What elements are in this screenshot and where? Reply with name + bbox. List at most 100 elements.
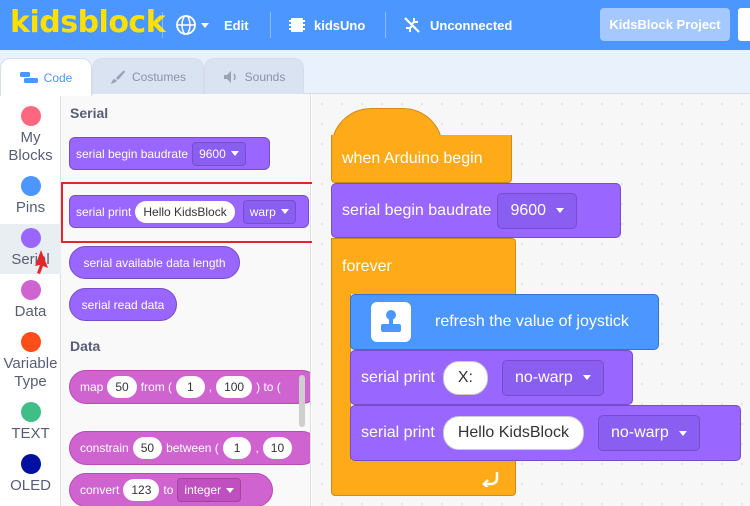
category-label: Variable Type (3, 355, 58, 390)
block-label: , (255, 441, 259, 455)
category-variable-type[interactable]: Variable Type (0, 332, 61, 396)
serial-available-block[interactable]: serial available data length (69, 246, 240, 279)
category-color-dot (20, 280, 41, 300)
kidsblock-logo[interactable]: kidsblock (10, 5, 166, 40)
print-mode-value: no-warp (514, 368, 573, 386)
category-color-dot (20, 228, 41, 248)
board-label: kidsUno (314, 17, 366, 33)
category-color-dot (20, 402, 41, 422)
script-serial-print-block-1[interactable]: serial print X: no-warp (350, 350, 633, 405)
block-label: between ( (166, 441, 219, 455)
chevron-down-icon (556, 208, 565, 213)
pointer-arrow-icon (35, 250, 48, 274)
block-label: when Arduino begin (342, 149, 483, 167)
chevron-down-icon (201, 22, 209, 28)
menu-divider (385, 12, 386, 38)
refresh-joystick-block[interactable]: refresh the value of joystick (350, 294, 659, 350)
map-from-low-input[interactable]: 1 (176, 376, 205, 398)
category-label: My Blocks (8, 129, 53, 164)
block-label: constrain (80, 441, 129, 455)
baudrate-dropdown[interactable]: 9600 (192, 141, 246, 166)
category-color-dot (20, 176, 41, 196)
constrain-block[interactable]: constrain 50 between ( 1 , 10 (69, 431, 310, 465)
category-color-dot (20, 332, 41, 352)
script-serial-begin-block[interactable]: serial begin baudrate 9600 (331, 183, 621, 238)
block-label: convert (80, 483, 120, 497)
category-label: Data (14, 303, 47, 320)
convert-type-dropdown[interactable]: integer (177, 478, 242, 502)
serial-begin-block[interactable]: serial begin baudrate 9600 (69, 137, 270, 170)
category-label: OLED (10, 477, 51, 494)
palette-scrollbar[interactable] (299, 375, 305, 427)
category-menu: My Blocks Pins Serial Data Variable Type… (0, 94, 61, 506)
block-label: ) to ( (256, 380, 281, 394)
tab-code-label: Code (43, 70, 73, 85)
menu-bar: kidsblock Edit kidsUno Unconnected KidsB… (0, 0, 750, 50)
forever-block-footer (331, 460, 516, 496)
tab-costumes-label: Costumes (131, 70, 187, 84)
block-label: forever (342, 257, 392, 275)
brush-icon (110, 70, 125, 84)
forever-block-arm (331, 294, 351, 462)
print-text-input[interactable]: Hello KidsBlock (442, 416, 584, 450)
board-menu[interactable]: kidsUno (288, 0, 365, 50)
category-oled[interactable]: OLED (0, 454, 61, 498)
constrain-high-input[interactable]: 10 (262, 437, 293, 459)
language-menu[interactable] (175, 0, 209, 50)
block-label: from ( (140, 380, 173, 394)
constrain-value-input[interactable]: 50 (132, 437, 163, 459)
tab-costumes[interactable]: Costumes (92, 58, 204, 95)
unplugged-icon (404, 17, 420, 33)
when-arduino-begin-block[interactable]: when Arduino begin (331, 135, 512, 183)
category-my-blocks[interactable]: My Blocks (0, 106, 61, 170)
block-label: , (208, 380, 213, 394)
map-block[interactable]: map 50 from ( 1 , 100 ) to ( (69, 370, 310, 404)
print-mode-value: no-warp (610, 424, 669, 441)
print-mode-dropdown[interactable]: no-warp (501, 359, 604, 396)
serial-print-highlight-box (61, 182, 315, 243)
print-mode-dropdown[interactable]: no-warp (597, 415, 700, 451)
connection-label: Unconnected (430, 17, 513, 33)
data-section-heading: Data (70, 338, 101, 354)
connection-menu[interactable]: Unconnected (402, 0, 512, 50)
baudrate-value: 9600 (510, 201, 547, 219)
print-text-input[interactable]: X: (442, 360, 488, 395)
category-serial[interactable]: Serial (0, 224, 61, 274)
block-palette: Serial serial begin baudrate 9600 serial… (61, 94, 311, 506)
tab-code[interactable]: Code (0, 58, 92, 96)
category-text[interactable]: TEXT (0, 402, 61, 446)
chevron-down-icon (582, 375, 591, 380)
block-label: serial begin baudrate (76, 146, 189, 161)
account-button[interactable] (738, 8, 750, 41)
convert-value-input[interactable]: 123 (123, 479, 160, 501)
constrain-low-input[interactable]: 1 (222, 437, 252, 459)
category-color-dot (20, 106, 41, 126)
serial-read-block[interactable]: serial read data (69, 288, 177, 321)
board-chip-icon (289, 18, 305, 32)
tab-sounds[interactable]: Sounds (204, 58, 304, 95)
menu-divider (162, 12, 163, 38)
joystick-icon (371, 302, 411, 342)
speaker-icon (223, 71, 236, 83)
chevron-down-icon (230, 151, 239, 156)
chevron-down-icon (678, 430, 687, 436)
baudrate-value: 9600 (199, 146, 226, 161)
block-label: serial print (361, 424, 435, 441)
block-label: refresh the value of joystick (435, 313, 629, 330)
category-pins[interactable]: Pins (0, 176, 61, 220)
forever-block[interactable]: forever (331, 238, 516, 294)
block-label: serial begin baudrate (342, 201, 492, 219)
script-serial-print-block-2[interactable]: serial print Hello KidsBlock no-warp (350, 405, 741, 461)
script-baudrate-dropdown[interactable]: 9600 (497, 192, 578, 229)
map-value-input[interactable]: 50 (107, 376, 137, 398)
tab-sounds-label: Sounds (244, 70, 286, 84)
map-from-high-input[interactable]: 100 (216, 376, 253, 398)
chevron-down-icon (226, 487, 235, 493)
loop-arrow-icon (482, 471, 499, 487)
edit-menu[interactable]: Edit (224, 0, 249, 50)
globe-icon (176, 15, 196, 35)
serial-section-heading: Serial (70, 105, 109, 121)
category-data[interactable]: Data (0, 280, 61, 324)
project-title-button[interactable]: KidsBlock Project (600, 8, 730, 41)
convert-block[interactable]: convert 123 to integer (69, 473, 273, 506)
